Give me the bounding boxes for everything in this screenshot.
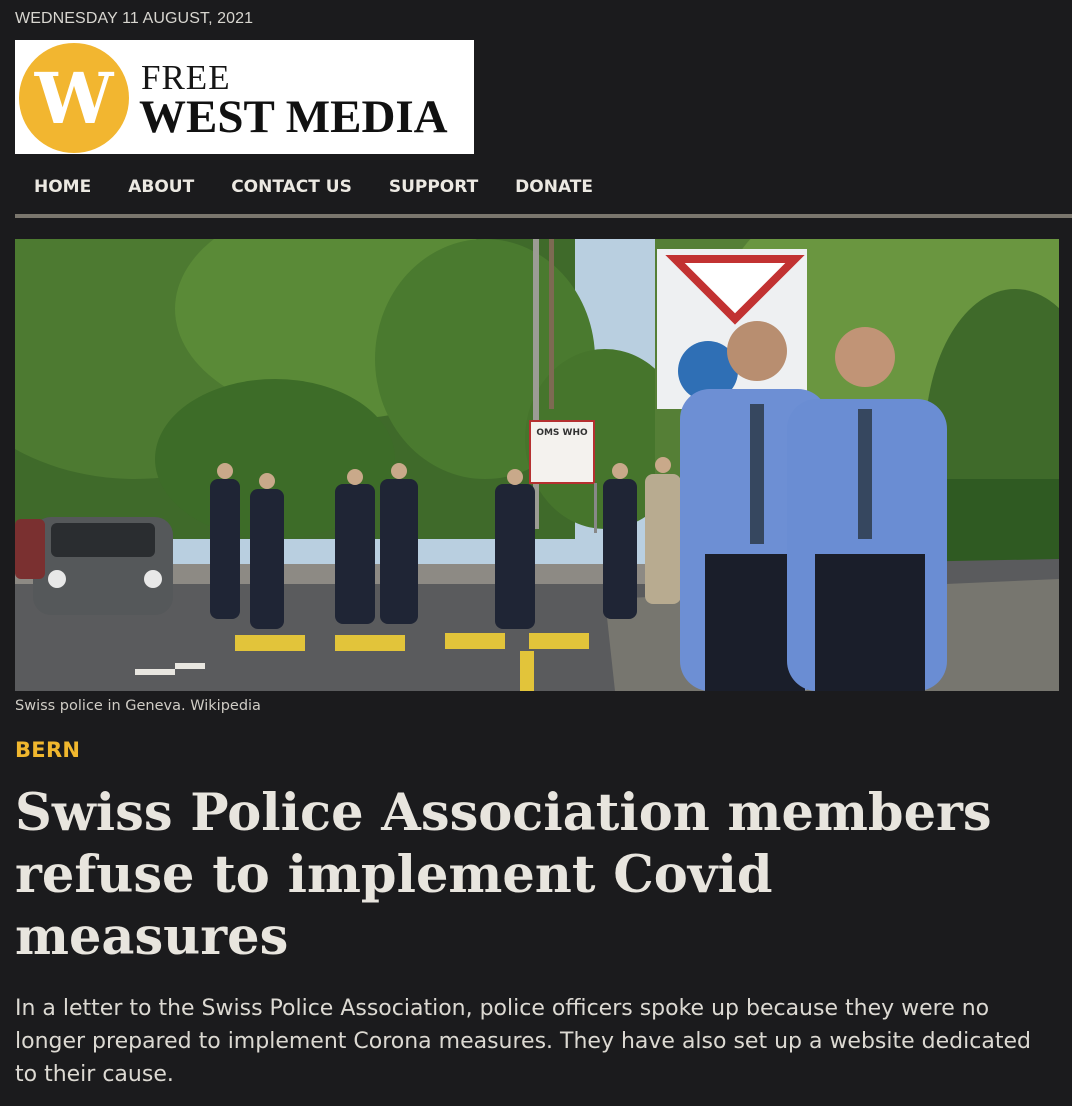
logo-line-west-media: WEST MEDIA: [139, 91, 448, 143]
nav-item-contact-us[interactable]: CONTACT US: [212, 165, 370, 197]
hero-photo-illustration: OMS WHO: [15, 239, 1059, 691]
page: WEDNESDAY 11 AUGUST, 2021 W FREE WEST ME…: [0, 0, 1072, 1106]
main-nav: HOME ABOUT CONTACT US SUPPORT DONATE: [15, 165, 1072, 218]
site-logo[interactable]: W FREE WEST MEDIA: [15, 40, 474, 154]
article-title: Swiss Police Association members refuse …: [15, 783, 992, 967]
article-lede: In a letter to the Swiss Police Associat…: [15, 996, 1031, 1087]
date-line: WEDNESDAY 11 AUGUST, 2021: [15, 10, 254, 27]
nav-item-support[interactable]: SUPPORT: [370, 165, 496, 197]
logo-monogram: W: [34, 57, 114, 140]
article-category[interactable]: BERN: [15, 738, 80, 762]
nav-item-about[interactable]: ABOUT: [109, 165, 212, 197]
nav-item-home[interactable]: HOME: [15, 165, 109, 197]
hero-photo: OMS WHO: [15, 239, 1059, 691]
image-caption: Swiss police in Geneva. Wikipedia: [15, 698, 261, 714]
logo-line-free: FREE: [141, 58, 231, 97]
sign-label: OMS WHO: [536, 428, 588, 438]
logo-monogram-circle: W: [19, 43, 129, 153]
nav-item-donate[interactable]: DONATE: [496, 165, 611, 197]
